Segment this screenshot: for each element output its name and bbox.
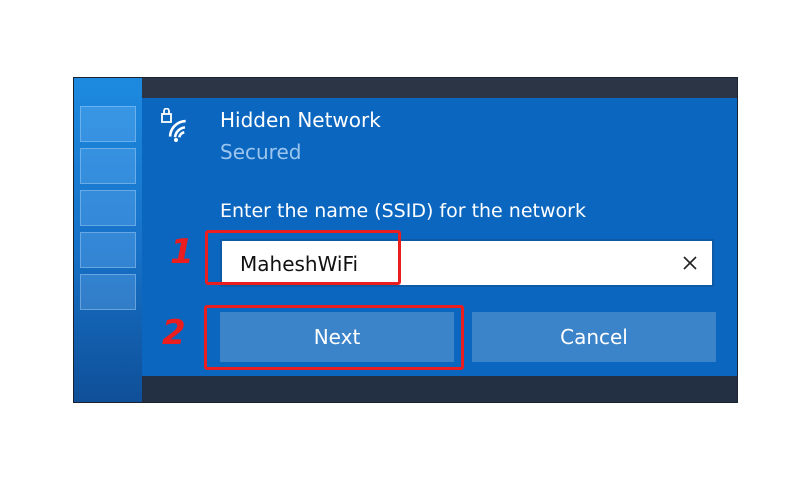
step-number-2: 2 — [162, 313, 186, 353]
ssid-prompt-label: Enter the name (SSID) for the network — [220, 200, 586, 222]
bottom-bar — [142, 376, 737, 402]
ssid-highlight-box — [205, 230, 401, 285]
window-pane — [80, 190, 136, 226]
clear-icon[interactable] — [678, 251, 702, 275]
next-highlight-box — [204, 305, 464, 370]
cancel-button[interactable]: Cancel — [472, 312, 716, 362]
network-status: Secured — [220, 140, 302, 164]
step-number-1: 1 — [170, 232, 194, 272]
wifi-secured-icon — [161, 108, 186, 142]
window-pane — [80, 274, 136, 310]
network-name: Hidden Network — [220, 108, 381, 132]
window-pane — [80, 106, 136, 142]
window-pane — [80, 148, 136, 184]
top-bar — [142, 78, 737, 98]
window-pane — [80, 232, 136, 268]
desktop-wallpaper — [74, 78, 142, 402]
